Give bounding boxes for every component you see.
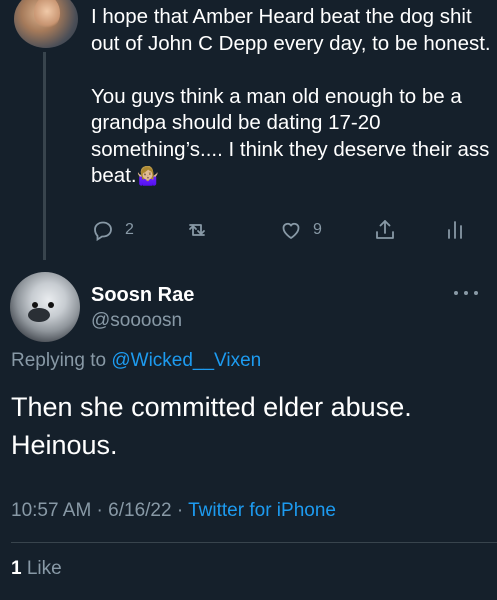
thread-connector-line bbox=[43, 52, 46, 260]
share-icon bbox=[376, 220, 394, 239]
divider bbox=[11, 542, 497, 543]
analytics-icon bbox=[448, 221, 462, 239]
tweet-meta: 10:57 AM · 6/16/22 · Twitter for iPhone bbox=[11, 500, 336, 522]
heart-icon bbox=[282, 222, 300, 240]
more-dot bbox=[454, 291, 458, 295]
meta-separator: · bbox=[171, 500, 189, 521]
parent-tweet-text: I hope that Amber Heard beat the dog shi… bbox=[91, 4, 491, 190]
reply-icon bbox=[94, 221, 112, 242]
parent-tweet-paragraph: You guys think a man old enough to be a … bbox=[91, 84, 491, 190]
reply-handle[interactable]: @soooosn bbox=[91, 310, 182, 332]
reply-display-name[interactable]: Soosn Rae bbox=[91, 284, 194, 307]
tweet-detail-page: I hope that Amber Heard beat the dog shi… bbox=[0, 0, 497, 600]
likes-count: 1 bbox=[11, 558, 22, 579]
more-icon[interactable] bbox=[454, 286, 478, 300]
shrug-emoji: 🤷🏼‍♀️ bbox=[136, 166, 160, 186]
reply-tweet-text: Then she committed elder abuse. Heinous. bbox=[11, 388, 481, 464]
reply-button[interactable]: 2 bbox=[91, 218, 134, 242]
tweet-source[interactable]: Twitter for iPhone bbox=[188, 500, 336, 521]
reply-text-line: Then she committed elder abuse. bbox=[11, 392, 412, 422]
parent-tweet-actions: 2 9 bbox=[91, 218, 471, 248]
more-dot bbox=[464, 291, 468, 295]
reply-avatar[interactable] bbox=[10, 272, 80, 342]
parent-tweet-paragraph: I hope that Amber Heard beat the dog shi… bbox=[91, 5, 491, 55]
likes-summary[interactable]: 1 Like bbox=[11, 558, 62, 580]
avatar-eye bbox=[48, 302, 54, 308]
retweet-button[interactable] bbox=[185, 218, 219, 242]
tweet-date[interactable]: 6/16/22 bbox=[108, 500, 171, 521]
avatar-snout bbox=[28, 308, 50, 322]
replying-to-mention[interactable]: @Wicked__Vixen bbox=[111, 350, 261, 371]
likes-label: Like bbox=[26, 558, 62, 579]
reply-count: 2 bbox=[125, 221, 134, 238]
analytics-button[interactable] bbox=[443, 218, 467, 242]
like-count: 9 bbox=[313, 221, 322, 238]
retweet-icon bbox=[189, 224, 205, 236]
more-dot bbox=[474, 291, 478, 295]
like-button[interactable]: 9 bbox=[279, 218, 322, 242]
replying-to-label: Replying to bbox=[11, 350, 107, 371]
parent-avatar[interactable] bbox=[14, 0, 78, 48]
reply-text-line: Heinous. bbox=[11, 430, 118, 460]
meta-separator: · bbox=[91, 500, 109, 521]
share-button[interactable] bbox=[373, 218, 397, 242]
tweet-time[interactable]: 10:57 AM bbox=[11, 500, 91, 521]
replying-to: Replying to @Wicked__Vixen bbox=[11, 350, 261, 372]
